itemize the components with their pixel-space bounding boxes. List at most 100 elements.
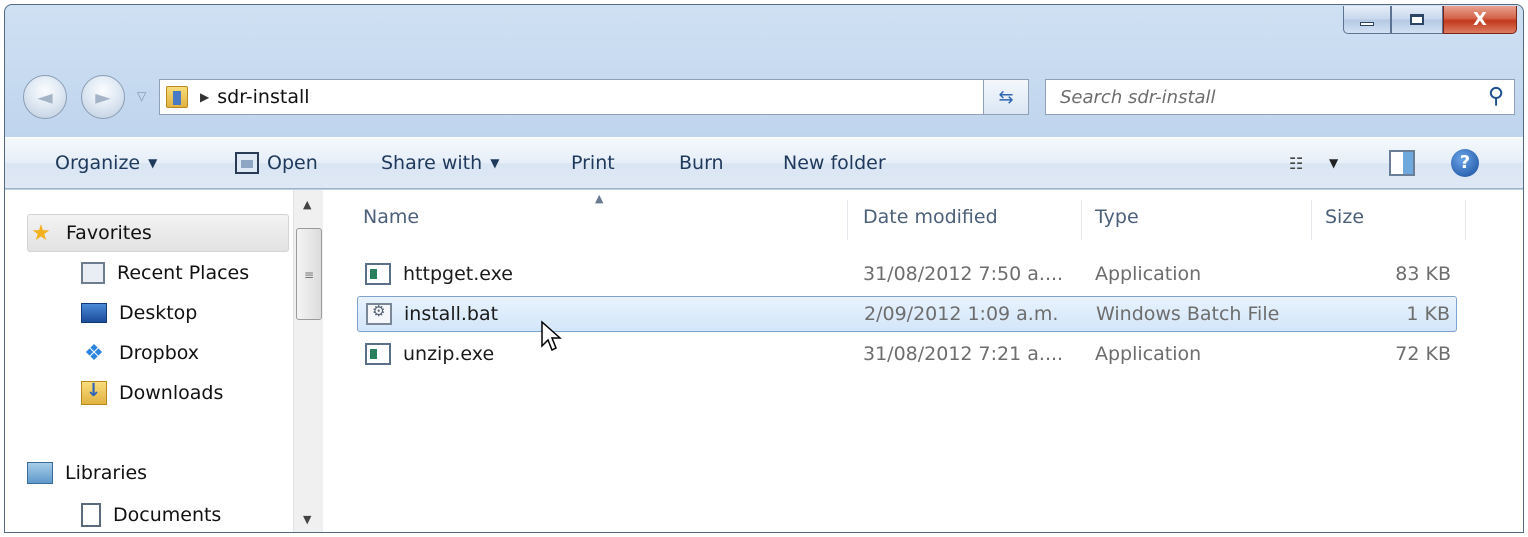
caption-buttons: X bbox=[1343, 6, 1517, 34]
file-date: 2/09/2012 1:09 a.m. bbox=[864, 303, 1059, 325]
open-button[interactable]: Open bbox=[235, 152, 318, 174]
close-button[interactable]: X bbox=[1443, 6, 1517, 34]
file-row-unzip[interactable]: unzip.exe 31/08/2012 7:21 a.... Applicat… bbox=[357, 336, 1457, 372]
breadcrumb-separator-icon[interactable]: ▶ bbox=[200, 90, 209, 104]
new-folder-button[interactable]: New folder bbox=[783, 152, 886, 174]
documents-icon bbox=[81, 503, 101, 527]
burn-label: Burn bbox=[679, 152, 724, 174]
refresh-icon: ⇆ bbox=[998, 86, 1014, 108]
column-header-type[interactable]: Type bbox=[1095, 206, 1139, 228]
sidebar-item-label: Favorites bbox=[66, 222, 152, 244]
forward-arrow-icon: ► bbox=[95, 85, 111, 109]
column-header-size[interactable]: Size bbox=[1325, 206, 1364, 228]
preview-pane-icon[interactable] bbox=[1389, 150, 1415, 176]
file-name: httpget.exe bbox=[403, 263, 513, 285]
breadcrumb-item[interactable]: sdr-install bbox=[217, 86, 309, 108]
batch-file-icon bbox=[366, 302, 392, 325]
sort-ascending-icon: ▲ bbox=[595, 192, 604, 205]
file-size: 1 KB bbox=[1406, 303, 1450, 325]
help-icon[interactable]: ? bbox=[1451, 149, 1479, 177]
recent-pages-dropdown[interactable]: ▽ bbox=[137, 89, 146, 103]
scroll-down-icon[interactable]: ▼ bbox=[303, 513, 311, 526]
sidebar-item-dropbox[interactable]: ❖ Dropbox bbox=[81, 334, 199, 372]
scroll-up-icon[interactable]: ▲ bbox=[303, 198, 311, 211]
sidebar-item-label: Libraries bbox=[65, 462, 148, 484]
file-list: Name ▲ Date modified Type Size httpget.e… bbox=[325, 190, 1523, 532]
share-with-button[interactable]: Share with ▼ bbox=[381, 152, 499, 174]
column-divider[interactable] bbox=[1311, 200, 1312, 240]
burn-button[interactable]: Burn bbox=[679, 152, 724, 174]
column-divider[interactable] bbox=[1465, 200, 1466, 240]
print-button[interactable]: Print bbox=[571, 152, 615, 174]
file-name: unzip.exe bbox=[403, 343, 495, 365]
maximize-button[interactable] bbox=[1391, 6, 1443, 34]
file-type: Application bbox=[1095, 263, 1202, 285]
file-size: 72 KB bbox=[1395, 343, 1451, 365]
chevron-down-icon: ▼ bbox=[490, 156, 500, 170]
scrollbar-thumb[interactable]: ≡ bbox=[296, 228, 322, 320]
column-header-name[interactable]: Name bbox=[363, 206, 419, 228]
address-bar[interactable]: ▶ sdr-install ▼ bbox=[159, 79, 1029, 115]
sidebar-item-libraries[interactable]: Libraries bbox=[27, 454, 289, 492]
search-box[interactable]: ⚲ bbox=[1045, 79, 1515, 115]
file-size: 83 KB bbox=[1395, 263, 1451, 285]
refresh-button[interactable]: ⇆ bbox=[983, 79, 1029, 115]
content-area: ★ Favorites Recent Places Desktop ❖ Drop… bbox=[5, 190, 1523, 532]
file-type: Application bbox=[1095, 343, 1202, 365]
column-header-label: Size bbox=[1325, 206, 1365, 228]
dropbox-icon: ❖ bbox=[84, 340, 104, 366]
navigation-pane-scrollbar[interactable]: ▲ ≡ ▼ bbox=[293, 190, 323, 532]
libraries-icon bbox=[27, 462, 53, 484]
column-divider[interactable] bbox=[847, 200, 848, 240]
file-type: Windows Batch File bbox=[1096, 303, 1280, 325]
view-options-dropdown[interactable]: ▼ bbox=[1329, 156, 1338, 170]
sidebar-item-label: Dropbox bbox=[119, 342, 200, 364]
maximize-icon bbox=[1410, 14, 1424, 25]
desktop-icon bbox=[81, 303, 107, 323]
application-icon bbox=[365, 343, 391, 365]
column-header-label: Type bbox=[1095, 206, 1139, 228]
sidebar-item-desktop[interactable]: Desktop bbox=[81, 294, 197, 332]
open-icon bbox=[235, 152, 259, 174]
sidebar-item-label: Desktop bbox=[119, 302, 198, 324]
mouse-pointer-icon bbox=[541, 320, 562, 352]
file-row-install-bat[interactable]: install.bat 2/09/2012 1:09 a.m. Windows … bbox=[357, 296, 1457, 332]
organize-label: Organize bbox=[55, 152, 141, 174]
navigation-pane: ★ Favorites Recent Places Desktop ❖ Drop… bbox=[5, 190, 293, 532]
forward-button[interactable]: ► bbox=[81, 75, 125, 119]
sidebar-item-documents[interactable]: Documents bbox=[81, 496, 222, 532]
organize-button[interactable]: Organize ▼ bbox=[55, 152, 157, 174]
file-name: install.bat bbox=[404, 303, 499, 325]
minimize-button[interactable] bbox=[1343, 6, 1391, 34]
recent-places-icon bbox=[81, 262, 105, 284]
back-button[interactable]: ◄ bbox=[23, 75, 67, 119]
file-date: 31/08/2012 7:50 a.... bbox=[863, 263, 1064, 285]
search-icon[interactable]: ⚲ bbox=[1488, 84, 1504, 109]
sidebar-item-label: Documents bbox=[113, 504, 222, 526]
navigation-bar: ◄ ► ▽ ▶ sdr-install ▼ ⇆ ⚲ bbox=[5, 69, 1523, 129]
sidebar-item-label: Recent Places bbox=[117, 262, 250, 284]
search-input[interactable] bbox=[1060, 86, 1480, 108]
sidebar-item-label: Downloads bbox=[119, 382, 224, 404]
chevron-down-icon: ▼ bbox=[148, 156, 158, 170]
column-header-label: Date modified bbox=[863, 206, 998, 228]
column-divider[interactable] bbox=[1081, 200, 1082, 240]
folder-icon bbox=[166, 86, 188, 108]
share-with-label: Share with bbox=[381, 152, 483, 174]
column-header-date-modified[interactable]: Date modified bbox=[863, 206, 998, 228]
close-icon: X bbox=[1473, 9, 1487, 30]
sidebar-item-downloads[interactable]: Downloads bbox=[81, 374, 223, 412]
new-folder-label: New folder bbox=[783, 152, 886, 174]
print-label: Print bbox=[571, 152, 615, 174]
file-date: 31/08/2012 7:21 a.... bbox=[863, 343, 1064, 365]
explorer-window: X ◄ ► ▽ ▶ sdr-install ▼ ⇆ ⚲ Organize ▼ Op… bbox=[4, 4, 1524, 533]
command-bar: Organize ▼ Open Share with ▼ Print Burn Ne… bbox=[5, 137, 1523, 189]
file-row-httpget[interactable]: httpget.exe 31/08/2012 7:50 a.... Applic… bbox=[357, 256, 1457, 292]
column-header-label: Name bbox=[363, 206, 420, 228]
sidebar-item-recent-places[interactable]: Recent Places bbox=[81, 254, 249, 292]
change-view-icon[interactable]: ☷ bbox=[1289, 154, 1303, 173]
downloads-icon bbox=[81, 380, 107, 405]
sidebar-item-favorites[interactable]: ★ Favorites bbox=[27, 214, 289, 252]
application-icon bbox=[365, 263, 391, 285]
minimize-icon bbox=[1360, 21, 1374, 26]
